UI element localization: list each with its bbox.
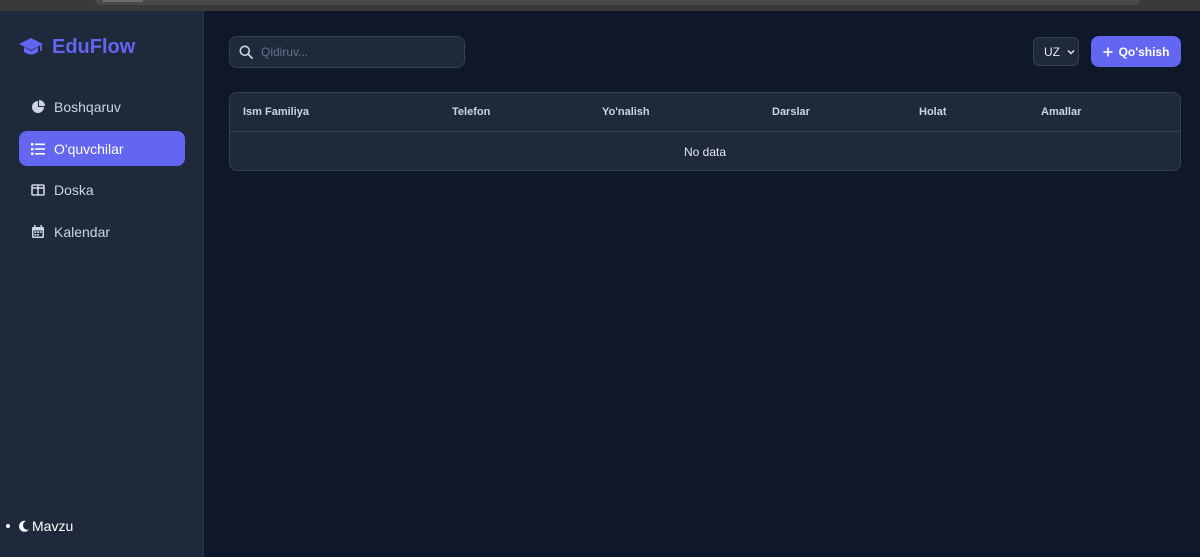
search-input[interactable]	[261, 45, 451, 59]
chevron-down-icon	[1067, 49, 1075, 55]
theme-toggle-label: Mavzu	[32, 518, 74, 534]
sidebar-item-label: O'quvchilar	[54, 140, 124, 157]
search-icon	[239, 45, 253, 59]
sidebar-item-label: Boshqaruv	[54, 98, 121, 115]
column-header-phone[interactable]: Telefon	[452, 106, 490, 118]
add-button[interactable]: Qo'shish	[1091, 36, 1181, 67]
browser-top-bar	[0, 0, 1200, 11]
sidebar-item-doska[interactable]: Doska	[19, 172, 185, 207]
search-box[interactable]	[229, 36, 465, 68]
list-icon	[31, 142, 45, 156]
plus-icon	[1103, 47, 1113, 56]
language-value: UZ	[1044, 44, 1060, 59]
add-button-label: Qo'shish	[1118, 44, 1170, 59]
sidebar-item-kalendar[interactable]: Kalendar	[19, 214, 185, 249]
theme-toggle[interactable]: Mavzu	[6, 518, 73, 534]
sidebar-item-boshqaruv[interactable]: Boshqaruv	[19, 89, 185, 124]
address-bar-track	[95, 0, 1140, 5]
moon-icon	[19, 520, 29, 532]
empty-state: No data	[683, 144, 727, 159]
brand-logo[interactable]: EduFlow	[18, 35, 135, 59]
sidebar-item-oquvchilar[interactable]: O'quvchilar	[19, 131, 185, 166]
column-header-lessons[interactable]: Darslar	[772, 106, 810, 118]
sidebar-item-label: Doska	[54, 181, 94, 198]
brand-name: EduFlow	[52, 35, 136, 58]
sidebar-item-label: Kalendar	[54, 223, 111, 240]
list-bullet	[6, 524, 10, 528]
calendar-icon	[31, 224, 45, 239]
board-icon	[31, 183, 45, 197]
tab-indicator	[103, 0, 143, 2]
table-header: Ism Familiya Telefon Yo'nalish Darslar H…	[230, 93, 1180, 132]
graduation-cap-icon	[19, 38, 43, 55]
column-header-direction[interactable]: Yo'nalish	[602, 106, 650, 118]
language-select[interactable]: UZ	[1033, 37, 1079, 66]
sidebar: EduFlow Boshqaruv O'quvchilar Doska Kale…	[0, 11, 204, 557]
column-header-name[interactable]: Ism Familiya	[243, 106, 309, 118]
column-header-status[interactable]: Holat	[919, 106, 947, 118]
column-header-actions[interactable]: Amallar	[1041, 106, 1081, 118]
pie-chart-icon	[31, 99, 45, 114]
students-table: Ism Familiya Telefon Yo'nalish Darslar H…	[229, 92, 1181, 171]
